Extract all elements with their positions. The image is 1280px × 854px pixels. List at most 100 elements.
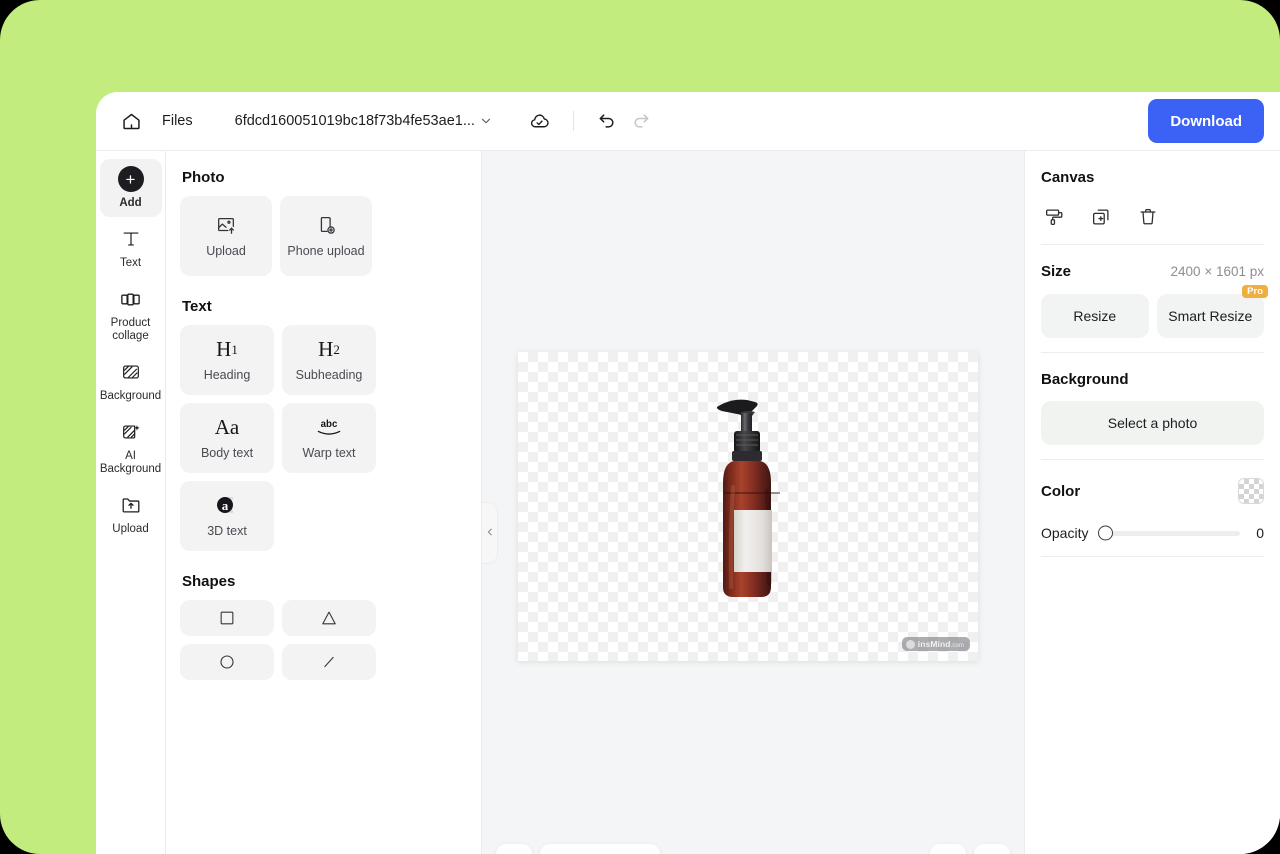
chevron-down-icon bbox=[479, 114, 493, 128]
tool-rail: + Add Text Product collage Background AI… bbox=[96, 150, 166, 854]
product-artwork[interactable] bbox=[693, 387, 803, 627]
color-swatch[interactable] bbox=[1238, 478, 1264, 504]
sidebar-item-label: AI Background bbox=[99, 450, 162, 475]
canvas-section: Canvas bbox=[1041, 151, 1264, 244]
image-upload-icon bbox=[215, 214, 237, 236]
bottom-toolbar bbox=[482, 836, 1024, 854]
app-header: Files 6fdcd160051019bc18f73b4fe53ae1... bbox=[96, 92, 1280, 150]
plus-circle-icon: + bbox=[117, 166, 144, 192]
tile-warp-text[interactable]: abc Warp text bbox=[282, 403, 376, 473]
tile-label: Upload bbox=[206, 244, 246, 258]
background-section: Background Select a photo bbox=[1041, 352, 1264, 459]
file-name-label: 6fdcd160051019bc18f73b4fe53ae1... bbox=[234, 113, 475, 129]
pro-badge: Pro bbox=[1242, 285, 1268, 298]
tile-label: Phone upload bbox=[287, 244, 365, 258]
tile-label: Body text bbox=[200, 446, 254, 460]
folder-upload-icon bbox=[120, 492, 142, 518]
cloud-check-icon[interactable] bbox=[523, 104, 557, 138]
canvas-workspace[interactable]: insMind.com bbox=[482, 150, 1024, 854]
tile-shape-circle[interactable] bbox=[180, 644, 274, 680]
tile-subheading[interactable]: H2 Subheading bbox=[282, 325, 376, 395]
undo-icon[interactable] bbox=[590, 104, 624, 138]
panel-title: Canvas bbox=[1041, 169, 1095, 186]
tile-3d-text[interactable]: a 3D text bbox=[180, 481, 274, 551]
sidebar-item-label: Product collage bbox=[110, 317, 151, 342]
opacity-slider[interactable] bbox=[1098, 524, 1240, 542]
size-section: Size 2400 × 1601 px Resize Smart Resize … bbox=[1041, 244, 1268, 352]
opacity-value: 0 bbox=[1256, 525, 1264, 541]
sidebar-item-upload[interactable]: Upload bbox=[100, 485, 162, 543]
text-t-icon bbox=[120, 226, 142, 252]
canvas-artboard[interactable]: insMind.com bbox=[518, 352, 978, 661]
3d-text-icon: a bbox=[215, 494, 239, 516]
size-buttons: Resize Smart Resize Pro bbox=[1041, 285, 1268, 338]
size-row: Size 2400 × 1601 px bbox=[1041, 263, 1264, 280]
sidebar-item-product-collage[interactable]: Product collage bbox=[100, 279, 162, 350]
heading-2-icon: H2 bbox=[318, 336, 340, 361]
files-menu[interactable]: Files bbox=[162, 113, 193, 129]
square-shape-icon bbox=[217, 607, 237, 629]
svg-text:a: a bbox=[222, 498, 229, 513]
insmind-logo-icon bbox=[905, 639, 915, 649]
text-section-title: Text bbox=[182, 298, 212, 315]
tile-shape-triangle[interactable] bbox=[282, 600, 376, 636]
chevron-left-icon bbox=[485, 524, 495, 542]
trash-icon[interactable] bbox=[1135, 204, 1161, 230]
body-text-icon: Aa bbox=[214, 414, 240, 439]
duplicate-icon[interactable] bbox=[1088, 204, 1114, 230]
opacity-label: Opacity bbox=[1041, 525, 1089, 541]
redo-icon[interactable] bbox=[624, 104, 658, 138]
tile-label: Heading bbox=[203, 368, 251, 382]
color-row: Color bbox=[1041, 478, 1264, 504]
page-backdrop: Files 6fdcd160051019bc18f73b4fe53ae1... bbox=[0, 0, 1280, 854]
warp-text-icon: abc bbox=[314, 416, 344, 438]
svg-text:abc: abc bbox=[321, 419, 338, 430]
triangle-shape-icon bbox=[319, 607, 339, 629]
smart-resize-button[interactable]: Smart Resize Pro bbox=[1156, 285, 1268, 338]
smart-resize-label: Smart Resize bbox=[1168, 308, 1253, 324]
help-button[interactable] bbox=[974, 844, 1010, 854]
shapes-section-title: Shapes bbox=[182, 573, 236, 590]
tile-shape-line[interactable] bbox=[282, 644, 376, 680]
phone-upload-icon bbox=[315, 214, 337, 236]
editor-body: + Add Text Product collage Background AI… bbox=[96, 150, 1280, 854]
sidebar-item-label: Background bbox=[99, 390, 162, 402]
tile-shape-square[interactable] bbox=[180, 600, 274, 636]
tile-phone-upload[interactable]: Phone upload bbox=[280, 196, 372, 276]
tile-label: Warp text bbox=[302, 446, 356, 460]
sidebar-item-label: Add bbox=[119, 197, 142, 209]
panel-divider bbox=[1041, 556, 1264, 557]
zoom-control[interactable] bbox=[540, 844, 660, 854]
sidebar-item-ai-background[interactable]: AI Background bbox=[100, 412, 162, 483]
fit-screen-button[interactable] bbox=[930, 844, 966, 854]
header-divider bbox=[572, 111, 574, 131]
download-button[interactable]: Download bbox=[1148, 99, 1264, 143]
tile-heading[interactable]: H1 Heading bbox=[180, 325, 274, 395]
size-label: Size bbox=[1041, 263, 1072, 280]
tile-label: 3D text bbox=[207, 524, 247, 538]
hatch-sparkle-icon bbox=[120, 419, 142, 445]
resize-button[interactable]: Resize bbox=[1041, 294, 1149, 338]
circle-shape-icon bbox=[217, 651, 237, 673]
opacity-track bbox=[1098, 530, 1240, 536]
sidebar-item-add[interactable]: + Add bbox=[99, 159, 162, 217]
home-icon[interactable] bbox=[114, 104, 148, 138]
select-a-photo-button[interactable]: Select a photo bbox=[1041, 401, 1264, 445]
heading-1-icon: H1 bbox=[216, 336, 238, 361]
collapse-panel-handle[interactable] bbox=[482, 502, 498, 564]
text-tile-grid: H1 Heading H2 Subheading Aa Body text ab… bbox=[180, 325, 467, 551]
sidebar-item-background[interactable]: Background bbox=[100, 352, 162, 410]
tile-photo-upload[interactable]: Upload bbox=[180, 196, 272, 276]
file-name-dropdown[interactable]: 6fdcd160051019bc18f73b4fe53ae1... bbox=[235, 113, 493, 129]
layers-button[interactable] bbox=[496, 844, 532, 854]
watermark: insMind.com bbox=[901, 637, 970, 651]
properties-panel: Canvas Size 2400 × 1601 px Resize Smart … bbox=[1024, 150, 1280, 854]
tile-body-text[interactable]: Aa Body text bbox=[180, 403, 274, 473]
sidebar-item-label: Text bbox=[119, 257, 142, 269]
opacity-knob[interactable] bbox=[1098, 525, 1114, 541]
options-panel: Photo Upload Phone upload Text H 1 Headi… bbox=[166, 150, 482, 854]
opacity-row: Opacity 0 bbox=[1041, 524, 1264, 542]
collage-icon bbox=[119, 286, 142, 312]
sidebar-item-text[interactable]: Text bbox=[100, 219, 162, 277]
paint-roller-icon[interactable] bbox=[1041, 204, 1067, 230]
